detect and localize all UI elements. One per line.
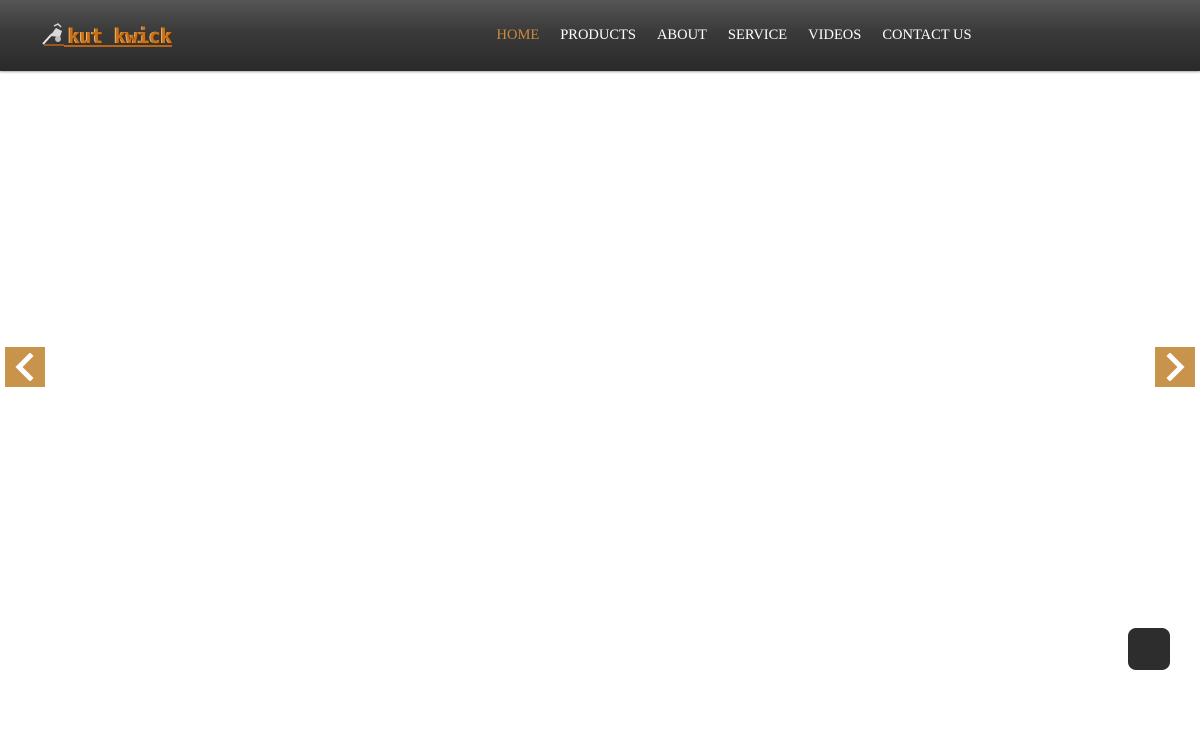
site-logo[interactable]: kut kwick <box>40 20 172 50</box>
nav-item-products[interactable]: PRODUCTS <box>550 27 647 44</box>
chevron-left-icon <box>15 353 34 381</box>
nav-item-service[interactable]: SERVICE <box>717 27 797 44</box>
site-header: kut kwick HOME PRODUCTS ABOUT SERVICE VI… <box>0 0 1200 71</box>
nav-item-about[interactable]: ABOUT <box>646 27 717 44</box>
floating-action-button[interactable] <box>1128 628 1170 670</box>
nav-item-videos[interactable]: VIDEOS <box>798 27 872 44</box>
nav-item-contact-us[interactable]: CONTACT US <box>872 27 982 44</box>
slider-next-button[interactable] <box>1155 347 1195 387</box>
logo-underline <box>64 45 172 47</box>
logo-text: kut kwick <box>68 24 172 48</box>
mower-icon <box>42 23 64 46</box>
slider-prev-button[interactable] <box>5 347 45 387</box>
main-nav: HOME PRODUCTS ABOUT SERVICE VIDEOS CONTA… <box>486 0 982 71</box>
chevron-right-icon <box>1166 353 1185 381</box>
nav-item-home[interactable]: HOME <box>486 27 550 44</box>
